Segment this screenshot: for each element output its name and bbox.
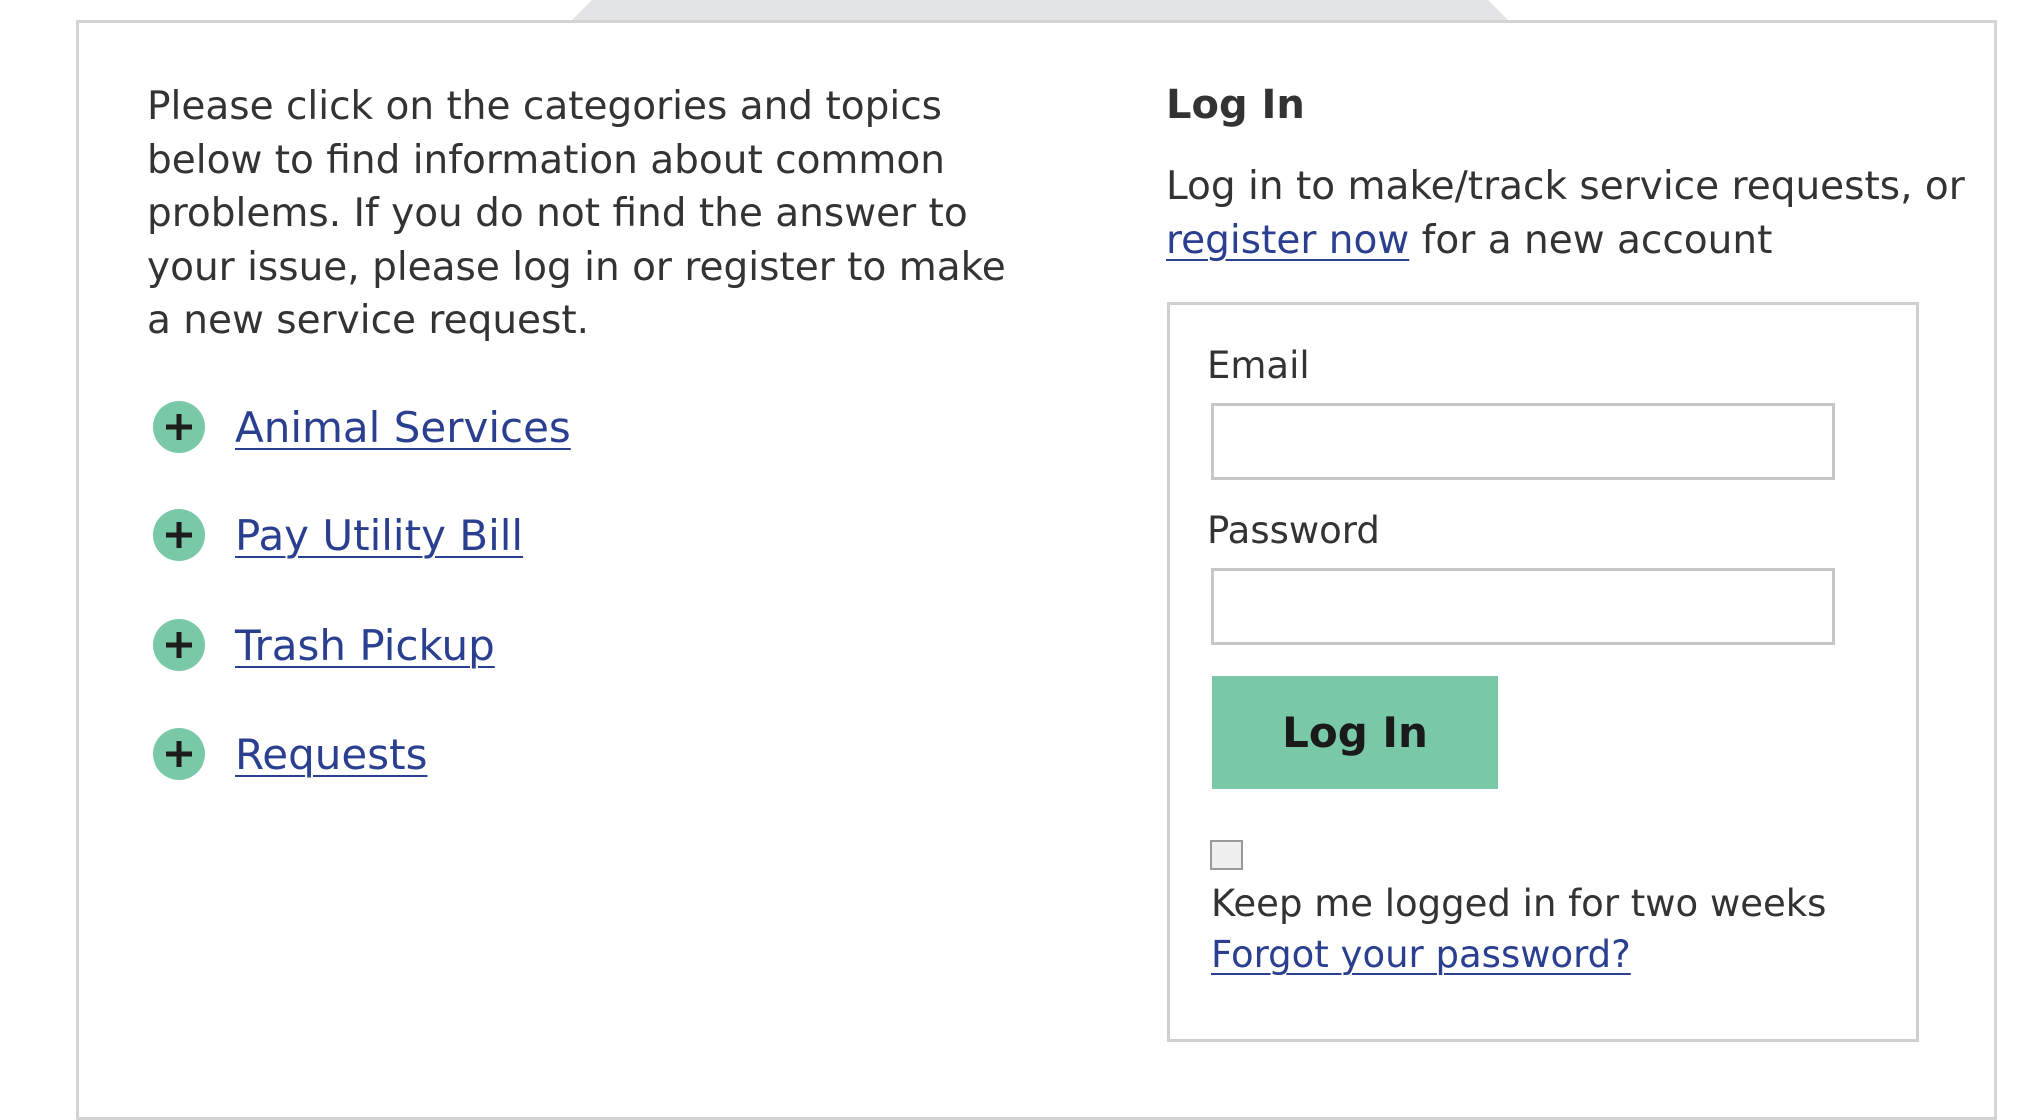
topic-item-animal-services[interactable]: Animal Services bbox=[153, 401, 571, 453]
login-subtitle-suffix: for a new account bbox=[1409, 217, 1773, 263]
intro-text: Please click on the categories and topic… bbox=[147, 84, 1006, 343]
topic-link-requests[interactable]: Requests bbox=[235, 730, 428, 779]
email-label: Email bbox=[1207, 344, 1310, 387]
topic-link-pay-utility-bill[interactable]: Pay Utility Bill bbox=[235, 511, 523, 560]
login-subtitle-prefix: Log in to make/track service requests, o… bbox=[1166, 164, 1965, 209]
topic-link-animal-services[interactable]: Animal Services bbox=[235, 403, 571, 452]
topic-item-requests[interactable]: Requests bbox=[153, 728, 428, 780]
remember-me-label: Keep me logged in for two weeks bbox=[1211, 882, 1827, 925]
password-label: Password bbox=[1207, 509, 1380, 552]
topic-link-trash-pickup[interactable]: Trash Pickup bbox=[235, 621, 495, 670]
plus-icon[interactable] bbox=[153, 401, 205, 453]
topic-item-pay-utility-bill[interactable]: Pay Utility Bill bbox=[153, 509, 523, 561]
top-tab-shape bbox=[570, 0, 1510, 22]
login-button[interactable]: Log In bbox=[1212, 676, 1498, 789]
remember-me-checkbox[interactable] bbox=[1210, 840, 1243, 870]
register-link[interactable]: register now bbox=[1166, 218, 1409, 263]
plus-icon[interactable] bbox=[153, 619, 205, 671]
topic-item-trash-pickup[interactable]: Trash Pickup bbox=[153, 619, 495, 671]
password-field[interactable] bbox=[1211, 568, 1835, 645]
plus-icon[interactable] bbox=[153, 509, 205, 561]
plus-icon[interactable] bbox=[153, 728, 205, 780]
login-subtitle: Log in to make/track service requests, o… bbox=[1166, 160, 1986, 267]
login-title: Log In bbox=[1166, 82, 1305, 128]
forgot-password-link[interactable]: Forgot your password? bbox=[1211, 933, 1631, 976]
email-field[interactable] bbox=[1211, 403, 1835, 480]
